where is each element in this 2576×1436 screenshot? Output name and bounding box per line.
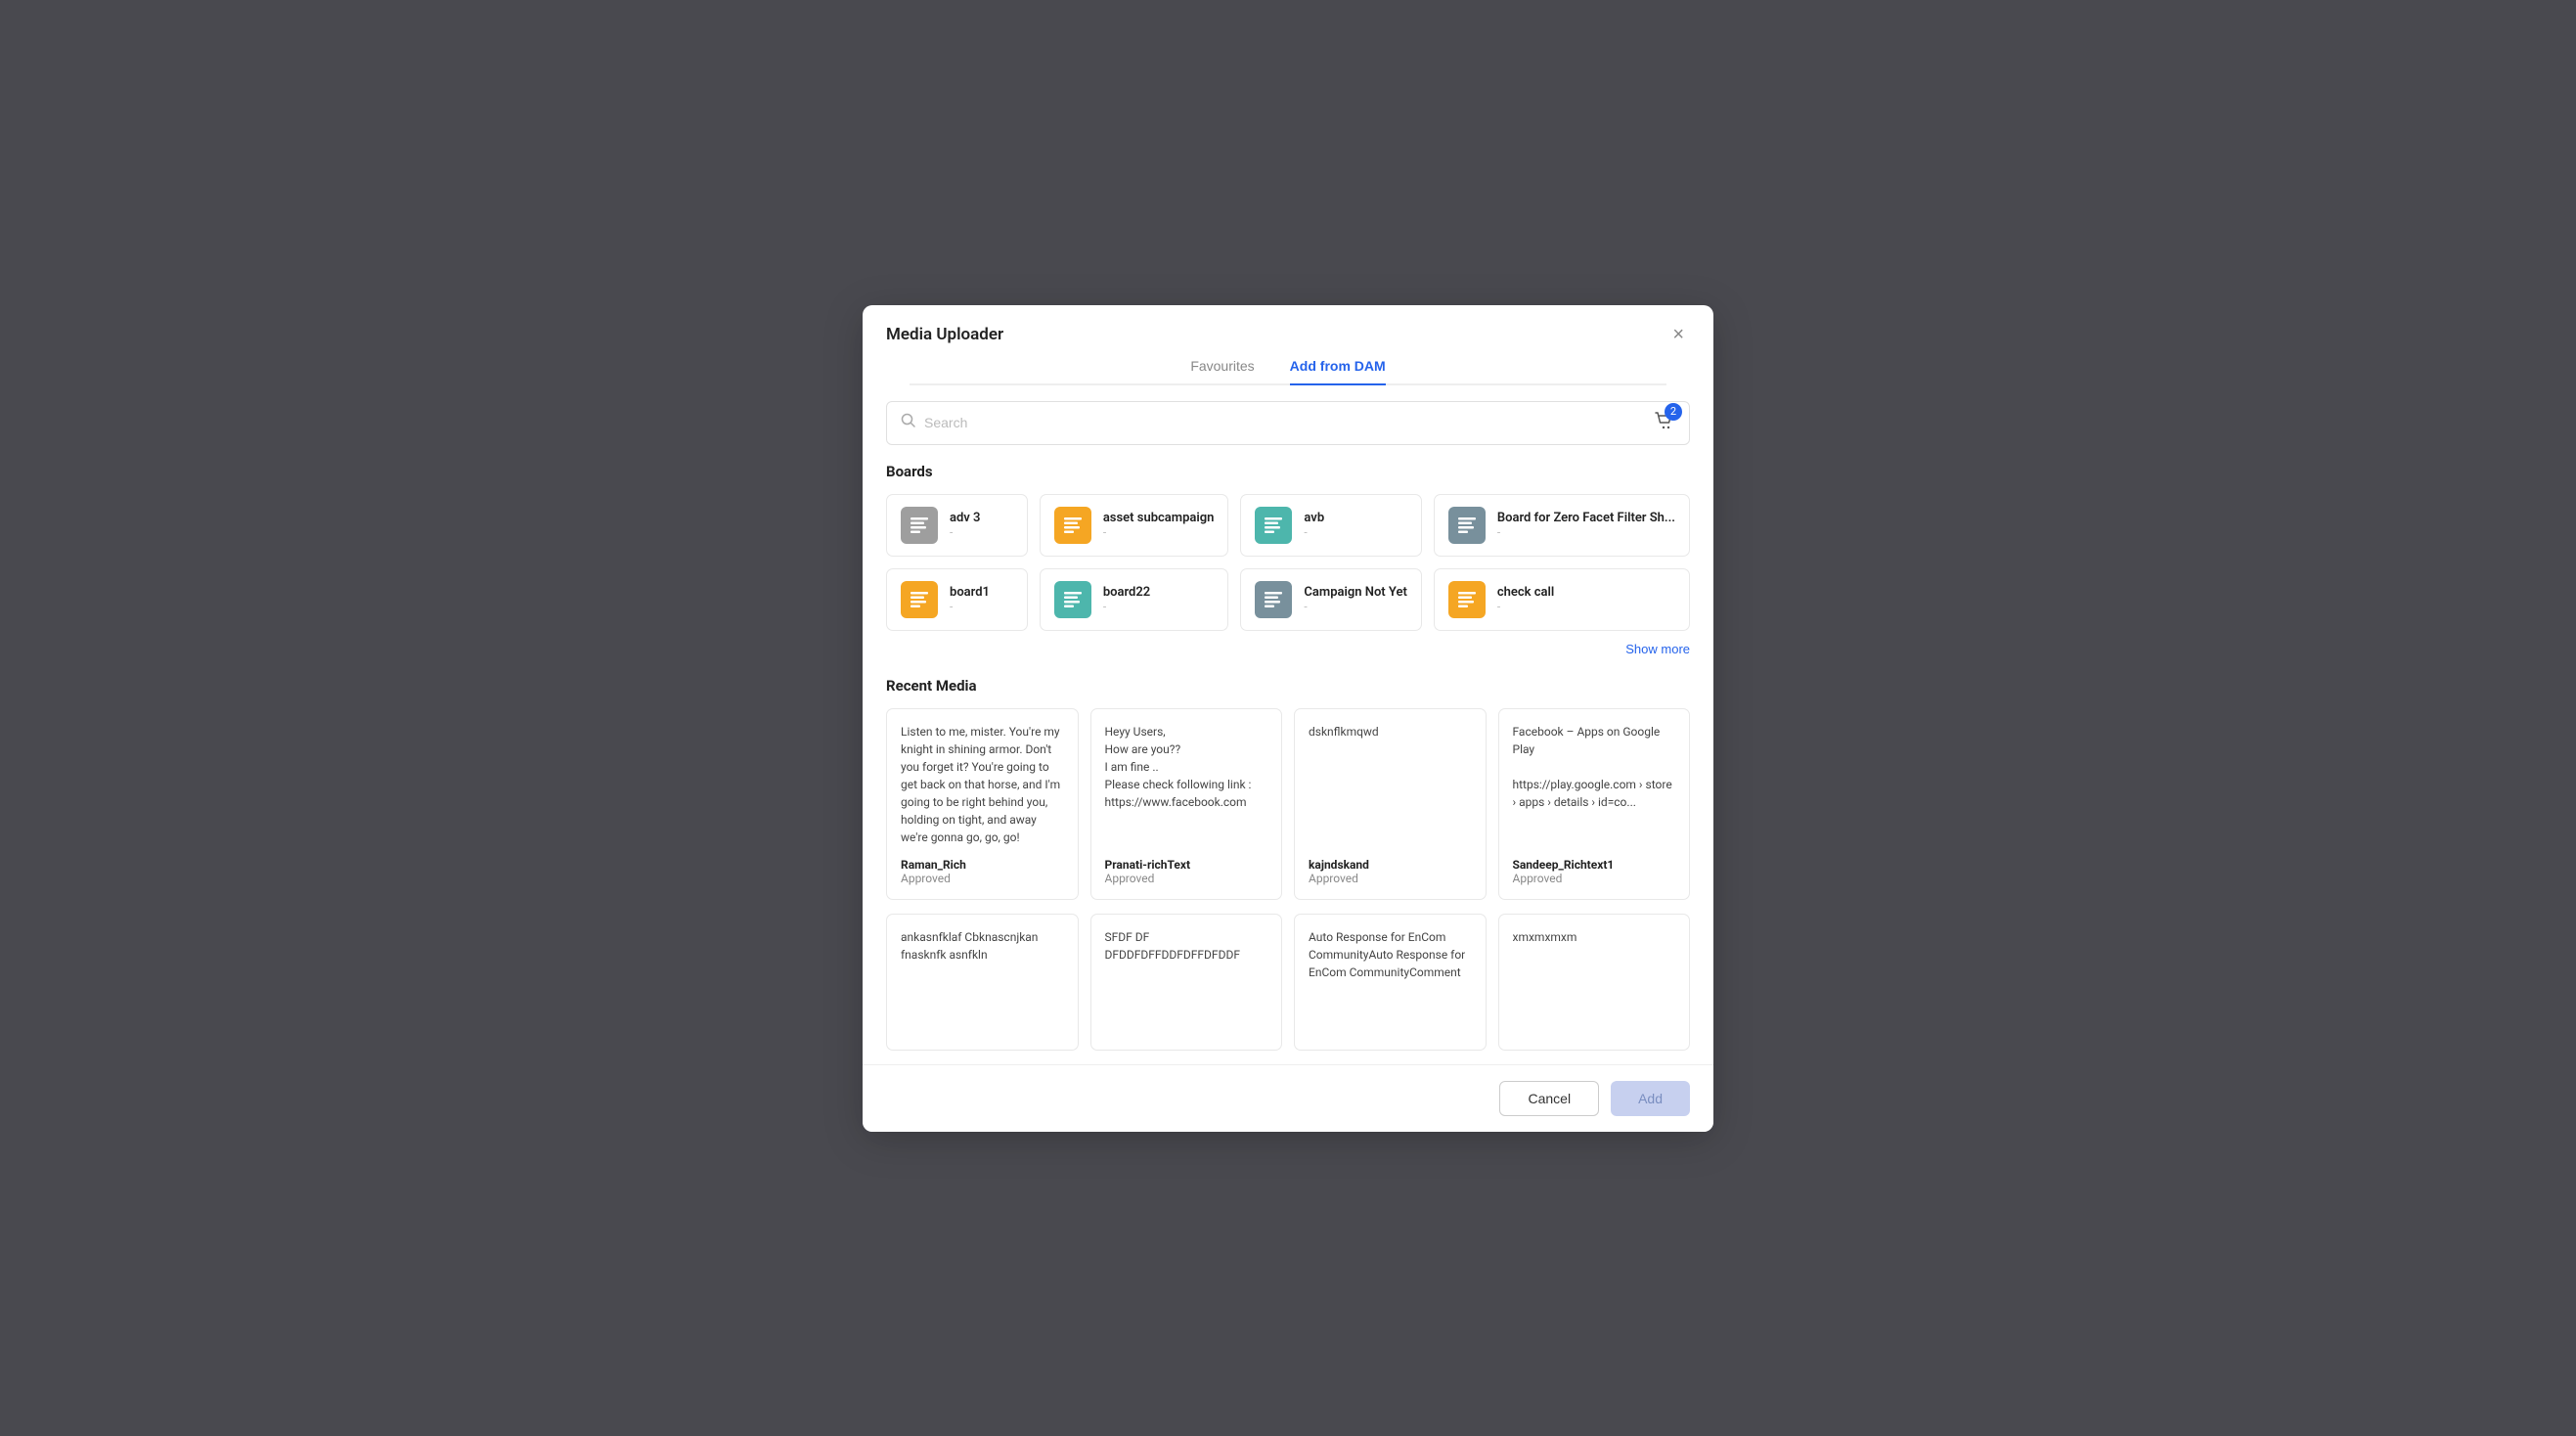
board-name-asset-subcampaign: asset subcampaign (1103, 511, 1215, 525)
cart-badge: 2 (1665, 403, 1682, 421)
media-name-rm2: Pranati-richText (1105, 858, 1268, 872)
media-text-rm4: Facebook – Apps on Google Play https://p… (1513, 723, 1676, 846)
board-card-adv3[interactable]: adv 3 - (886, 494, 1028, 557)
boards-title: Boards (886, 463, 1690, 480)
media-text-rm8: xmxmxmxm (1513, 928, 1676, 1024)
media-card-rm2[interactable]: Heyy Users, How are you?? I am fine .. P… (1090, 708, 1283, 900)
boards-section: Boards adv 3 - (886, 463, 1690, 657)
tab-add-from-dam[interactable]: Add from DAM (1290, 358, 1386, 385)
media-text-rm1: Listen to me, mister. You're my knight i… (901, 723, 1064, 846)
board-icon-board1 (901, 581, 938, 618)
tab-favourites[interactable]: Favourites (1190, 358, 1254, 385)
board-info-board1: board1 - (950, 585, 990, 613)
board-info-asset-subcampaign: asset subcampaign - (1103, 511, 1215, 539)
board-card-campaign-not-yet[interactable]: Campaign Not Yet - (1240, 568, 1421, 631)
cart-icon: 2 (1654, 410, 1675, 436)
media-card-rm1[interactable]: Listen to me, mister. You're my knight i… (886, 708, 1079, 900)
media-status-rm4: Approved (1513, 872, 1676, 885)
show-more-button[interactable]: Show more (1625, 642, 1690, 656)
board-sub-asset-subcampaign: - (1103, 525, 1215, 539)
board-icon-avb (1255, 507, 1292, 544)
board-sub-board-zero: - (1497, 525, 1675, 539)
board-name-check-call: check call (1497, 585, 1554, 600)
board-sub-board22: - (1103, 600, 1150, 613)
board-info-adv3: adv 3 - (950, 511, 980, 539)
board-sub-avb: - (1304, 525, 1324, 539)
media-footer-rm4: Sandeep_Richtext1 Approved (1513, 858, 1676, 885)
modal-header: Media Uploader × (863, 305, 1713, 346)
media-footer-rm1: Raman_Rich Approved (901, 858, 1064, 885)
board-name-avb: avb (1304, 511, 1324, 525)
modal-overlay: Media Uploader × Favourites Add from DAM (0, 0, 2576, 1436)
media-card-rm8[interactable]: xmxmxmxm (1498, 914, 1691, 1051)
board-card-board1[interactable]: board1 - (886, 568, 1028, 631)
board-info-campaign-not-yet: Campaign Not Yet - (1304, 585, 1406, 613)
cancel-button[interactable]: Cancel (1499, 1081, 1599, 1116)
board-name-board-zero: Board for Zero Facet Filter Sh... (1497, 511, 1675, 525)
board-card-asset-subcampaign[interactable]: asset subcampaign - (1040, 494, 1229, 557)
board-icon-asset-subcampaign (1054, 507, 1091, 544)
media-card-rm4[interactable]: Facebook – Apps on Google Play https://p… (1498, 708, 1691, 900)
show-more-container: Show more (886, 639, 1690, 657)
cart-button[interactable]: 2 (1654, 410, 1675, 436)
media-text-rm5: ankasnfklaf Cbknascnjkan fnasknfk asnfkl… (901, 928, 1064, 1024)
board-name-board1: board1 (950, 585, 990, 600)
board-card-avb[interactable]: avb - (1240, 494, 1421, 557)
board-icon-adv3 (901, 507, 938, 544)
board-icon-campaign-not-yet (1255, 581, 1292, 618)
board-icon-board22 (1054, 581, 1091, 618)
media-card-rm6[interactable]: SFDF DF DFDDFDFFDDFDFFDFDDF (1090, 914, 1283, 1051)
media-name-rm3: kajndskand (1309, 858, 1472, 872)
modal-title: Media Uploader (886, 325, 1003, 344)
media-card-rm3[interactable]: dsknflkmqwd kajndskand Approved (1294, 708, 1487, 900)
media-name-rm1: Raman_Rich (901, 858, 1064, 872)
media-text-rm2: Heyy Users, How are you?? I am fine .. P… (1105, 723, 1268, 846)
media-name-rm4: Sandeep_Richtext1 (1513, 858, 1676, 872)
media-card-rm7[interactable]: Auto Response for EnCom CommunityAuto Re… (1294, 914, 1487, 1051)
recent-media-grid-row2: ankasnfklaf Cbknascnjkan fnasknfk asnfkl… (886, 914, 1690, 1051)
board-name-board22: board22 (1103, 585, 1150, 600)
recent-media-title: Recent Media (886, 677, 1690, 695)
board-sub-check-call: - (1497, 600, 1554, 613)
board-info-board-zero: Board for Zero Facet Filter Sh... - (1497, 511, 1675, 539)
board-card-check-call[interactable]: check call - (1434, 568, 1690, 631)
media-text-rm3: dsknflkmqwd (1309, 723, 1472, 846)
tabs-container: Favourites Add from DAM (910, 346, 1666, 385)
board-icon-check-call (1448, 581, 1486, 618)
media-footer-rm2: Pranati-richText Approved (1105, 858, 1268, 885)
board-card-board-zero[interactable]: Board for Zero Facet Filter Sh... - (1434, 494, 1690, 557)
media-status-rm1: Approved (901, 872, 1064, 885)
board-info-check-call: check call - (1497, 585, 1554, 613)
board-name-campaign-not-yet: Campaign Not Yet (1304, 585, 1406, 600)
board-info-avb: avb - (1304, 511, 1324, 539)
recent-media-grid-row1: Listen to me, mister. You're my knight i… (886, 708, 1690, 900)
media-text-rm6: SFDF DF DFDDFDFFDDFDFFDFDDF (1105, 928, 1268, 1024)
board-icon-board-zero (1448, 507, 1486, 544)
media-text-rm7: Auto Response for EnCom CommunityAuto Re… (1309, 928, 1472, 1024)
board-name-adv3: adv 3 (950, 511, 980, 525)
search-icon (901, 413, 916, 432)
modal-footer: Cancel Add (863, 1064, 1713, 1132)
board-info-board22: board22 - (1103, 585, 1150, 613)
board-sub-adv3: - (950, 525, 980, 539)
modal-body: Boards adv 3 - (863, 445, 1713, 1064)
media-footer-rm3: kajndskand Approved (1309, 858, 1472, 885)
media-card-rm5[interactable]: ankasnfklaf Cbknascnjkan fnasknfk asnfkl… (886, 914, 1079, 1051)
search-input[interactable] (924, 415, 1646, 430)
board-card-board22[interactable]: board22 - (1040, 568, 1229, 631)
board-sub-campaign-not-yet: - (1304, 600, 1406, 613)
media-status-rm2: Approved (1105, 872, 1268, 885)
search-bar: 2 (886, 401, 1690, 445)
board-sub-board1: - (950, 600, 990, 613)
close-button[interactable]: × (1666, 323, 1690, 346)
media-uploader-modal: Media Uploader × Favourites Add from DAM (863, 305, 1713, 1132)
boards-grid: adv 3 - asset subcampaign - (886, 494, 1690, 631)
media-status-rm3: Approved (1309, 872, 1472, 885)
add-button[interactable]: Add (1611, 1081, 1690, 1116)
recent-media-section: Recent Media Listen to me, mister. You'r… (886, 677, 1690, 1051)
